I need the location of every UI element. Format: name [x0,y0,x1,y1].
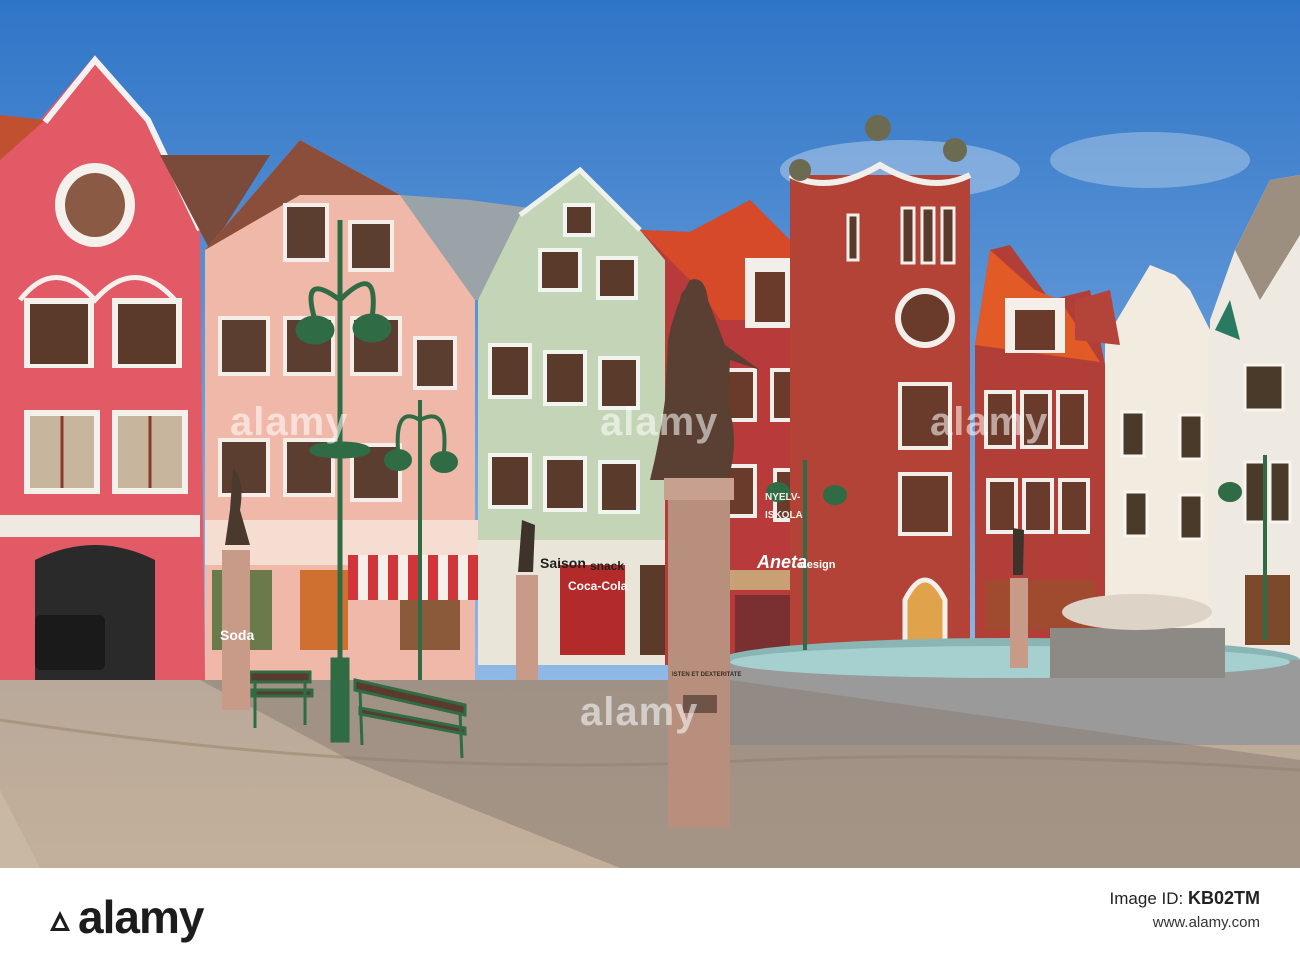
alamy-logo-icon [50,910,70,931]
sign-nyelv: NYELV- [765,492,800,503]
parked-car [35,615,105,670]
alamy-logo: alamy [48,890,204,944]
brand-name: alamy [78,891,204,943]
sign-saison: Saison [540,555,586,571]
sign-design: design [800,559,836,571]
stock-footer: alamy Image ID: KB02TM www.alamy.com [0,868,1300,956]
watermark-text: alamy [580,690,699,734]
sign-cola: Coca-Cola [568,579,628,593]
sign-iskola: ISKOLA [765,510,803,521]
source-url[interactable]: www.alamy.com [1110,911,1260,935]
striped-awning [348,555,498,600]
watermark-text: alamy [930,400,1049,444]
sign-soda: Soda [220,627,254,643]
image-id-label: Image ID: [1109,889,1184,908]
watermark-text: alamy [230,400,349,444]
watermark-text: alamy [600,400,719,444]
plaque-text: ISTEN ET DEXTERITATE [672,672,741,678]
sign-snack: snack [590,559,624,573]
image-info: Image ID: KB02TM www.alamy.com [1110,886,1260,935]
image-id-value: KB02TM [1187,888,1260,908]
